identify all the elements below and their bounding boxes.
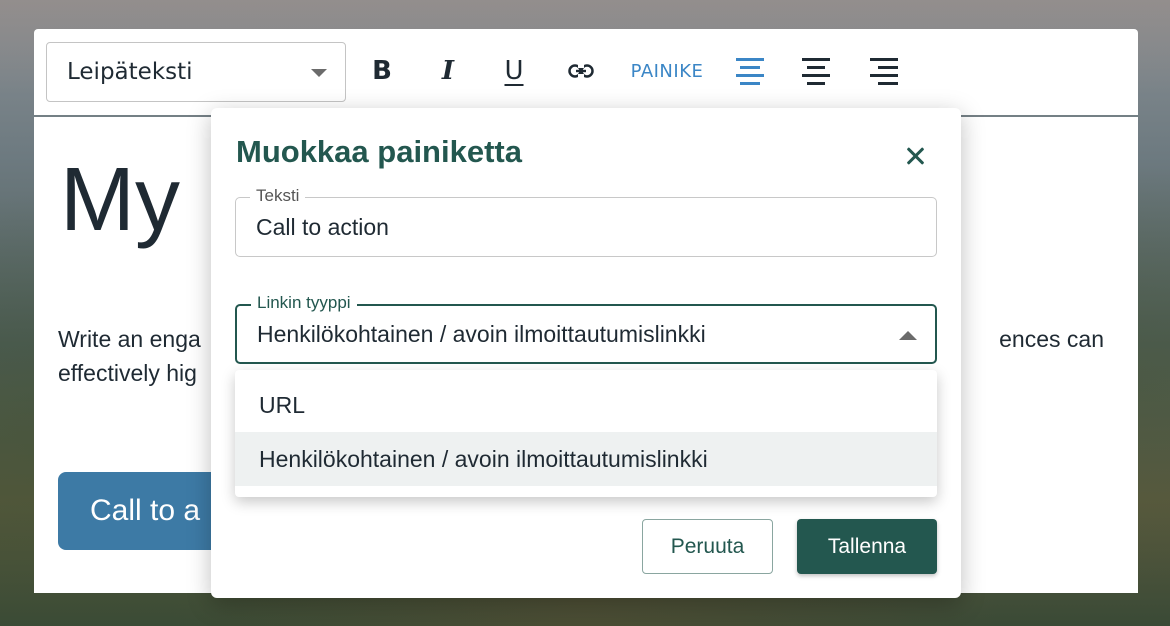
content-heading: My [60,150,180,250]
align-line [740,81,760,85]
align-line [878,81,898,85]
align-line [870,73,898,77]
align-right-button[interactable] [866,51,898,91]
link-button[interactable] [562,51,600,91]
text-style-value: Leipäteksti [67,59,193,85]
underline-icon: U [504,56,524,86]
italic-icon: I [441,56,455,86]
link-type-value: Henkilökohtainen / avoin ilmoittautumisl… [257,320,706,347]
text-field-label: Teksti [250,186,306,206]
menu-item-personal-link[interactable]: Henkilökohtainen / avoin ilmoittautumisl… [235,432,937,486]
align-line [807,81,825,85]
underline-button[interactable]: U [496,51,532,91]
text-field[interactable]: Teksti Call to action [235,186,937,257]
text-style-select[interactable]: Leipäteksti [46,42,346,102]
chevron-down-icon [311,69,327,77]
align-right-icon [870,57,898,61]
save-button[interactable]: Tallenna [797,519,937,574]
italic-button[interactable]: I [430,51,466,91]
link-type-menu: URL Henkilökohtainen / avoin ilmoittautu… [235,370,937,497]
align-center-icon [802,57,830,61]
button-insert-button[interactable]: PAINIKE [626,51,708,91]
cancel-button[interactable]: Peruuta [642,519,773,574]
edit-button-dialog: Muokkaa painiketta Teksti Call to action… [211,108,961,598]
align-line [740,65,760,69]
align-line [807,65,825,69]
close-icon[interactable] [903,144,927,168]
link-type-label: Linkin tyyppi [251,293,357,313]
bold-button[interactable]: B [364,51,400,91]
bold-icon: B [372,56,392,86]
align-line [736,73,764,77]
link-type-select[interactable]: Linkin tyyppi Henkilökohtainen / avoin i… [235,293,937,364]
align-line [802,73,830,77]
align-line [878,65,898,69]
dialog-title: Muokkaa painiketta [236,134,522,169]
link-icon [568,64,594,78]
text-field-value: Call to action [256,213,389,240]
editor-toolbar: Leipäteksti B I U PAINIKE [34,29,1138,115]
align-left-button[interactable] [734,51,766,91]
menu-item-url[interactable]: URL [235,378,937,432]
align-left-icon [736,57,764,61]
chevron-up-icon [899,331,917,340]
align-center-button[interactable] [800,51,832,91]
paragraph-line-end: ences can [999,326,1104,352]
